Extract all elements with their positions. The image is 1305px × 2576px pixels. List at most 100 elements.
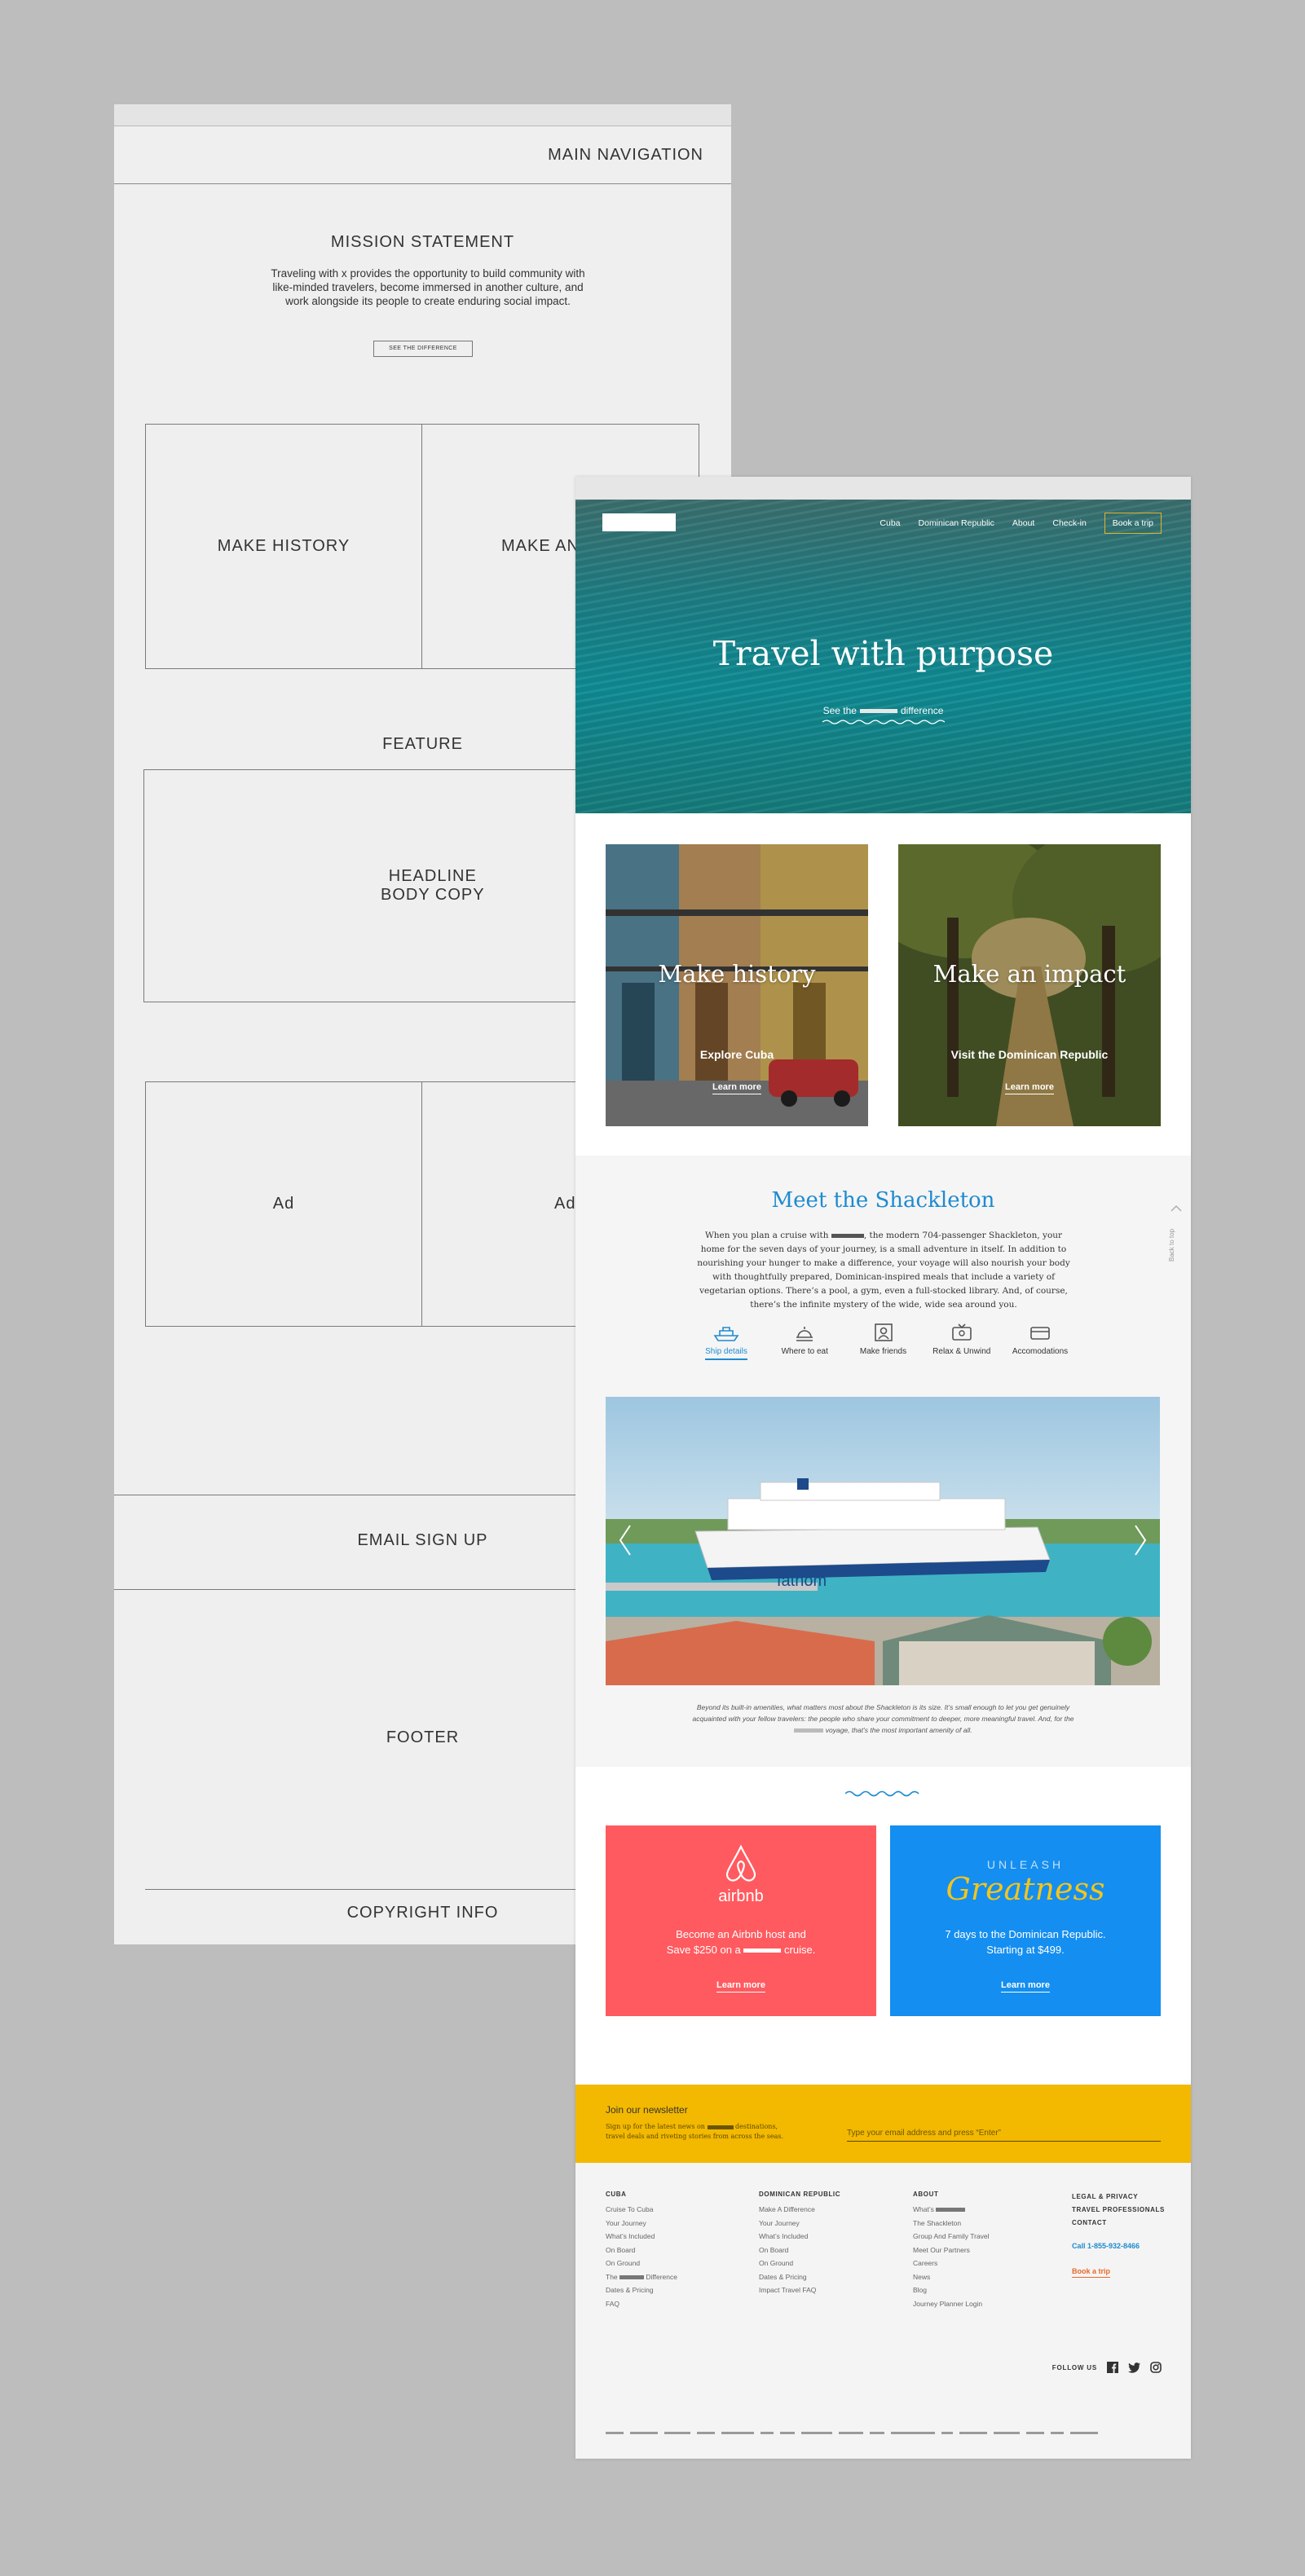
carousel-next-icon[interactable] (1132, 1524, 1148, 1557)
footer-link-whats[interactable]: What’s (913, 2203, 990, 2217)
tv-icon (951, 1323, 972, 1341)
fineprint-placeholder (1051, 2432, 1064, 2434)
carousel-prev-icon[interactable] (617, 1524, 633, 1557)
footer-link[interactable]: Your Journey (606, 2217, 677, 2230)
book-trip-button[interactable]: Book a trip (1104, 513, 1162, 534)
carousel-caption: Beyond its built-in amenities, what matt… (681, 1702, 1085, 1736)
back-to-top[interactable]: Back to top (1168, 1204, 1184, 1270)
promos-section: airbnb Become an Airbnb host and Save $2… (575, 1767, 1191, 2085)
footer-link[interactable]: What’s Included (759, 2230, 840, 2244)
footer-link[interactable]: Journey Planner Login (913, 2297, 990, 2311)
twitter-icon[interactable] (1128, 2362, 1140, 2373)
footer-link[interactable]: Make A Difference (759, 2203, 840, 2217)
fineprint-placeholder (801, 2432, 832, 2434)
card-title: Make an impact (932, 960, 1126, 988)
footer-col-title: ABOUT (913, 2191, 939, 2198)
fineprint-placeholder (891, 2432, 935, 2434)
wireframe-box-make-history: MAKE HISTORY (145, 424, 422, 669)
airbnb-wordmark: airbnb (718, 1887, 764, 1905)
newsletter-email-input[interactable] (847, 2125, 1161, 2142)
newsletter-sub-c: travel deals and riveting stories from a… (606, 2133, 783, 2140)
newsletter-sub-b: destinations, (735, 2123, 778, 2130)
cruise-ship-image: fathom (606, 1397, 1160, 1685)
card-subtitle: Explore Cuba (699, 1048, 774, 1061)
footer-link-difference[interactable]: The Difference (606, 2270, 677, 2284)
footer-col-title: DOMINICAN REPUBLIC (759, 2191, 841, 2198)
card-learn-more[interactable]: Learn more (606, 1082, 868, 1094)
tab-accomodations[interactable]: Accomodations (1003, 1323, 1077, 1356)
redacted-brand (831, 1233, 864, 1238)
fineprint-placeholder (780, 2432, 795, 2434)
footer-link[interactable]: Cruise To Cuba (606, 2203, 677, 2217)
tab-make-friends[interactable]: Make friends (847, 1323, 920, 1356)
footer-link[interactable]: On Ground (606, 2257, 677, 2270)
footer-legal-link[interactable]: CONTACT (1072, 2217, 1165, 2230)
footer-link[interactable]: On Board (606, 2244, 677, 2257)
footer-col-title: CUBA (606, 2191, 627, 2198)
newsletter-section: Join our newsletter Sign up for the late… (575, 2085, 1191, 2163)
footer-link[interactable]: FAQ (606, 2297, 677, 2311)
nav-item-cuba[interactable]: Cuba (880, 518, 900, 528)
fineprint-placeholder (1070, 2432, 1098, 2434)
tab-ship-details[interactable]: Ship details (690, 1323, 763, 1360)
wireframe-mission-button[interactable]: SEE THE DIFFERENCE (373, 341, 473, 357)
difference-after: Difference (646, 2272, 677, 2281)
follow-us-label: FOLLOW US (1051, 2363, 1097, 2371)
footer-link[interactable]: News (913, 2270, 990, 2284)
promo-dominican[interactable]: UNLEASH Greatness 7 days to the Dominica… (890, 1825, 1161, 2016)
footer-phone-link[interactable]: Call 1-855-932-8466 (1072, 2239, 1165, 2253)
dr-learn-more[interactable]: Learn more (890, 1980, 1161, 1993)
footer-link[interactable]: Dates & Pricing (606, 2283, 677, 2297)
footer-link[interactable]: On Board (759, 2244, 840, 2257)
footer-col-legal: LEGAL & PRIVACY TRAVEL PROFESSIONALS CON… (1072, 2191, 1165, 2278)
ship-carousel[interactable]: fathom (606, 1397, 1160, 1685)
ship-section-body: When you plan a cruise with , the modern… (696, 1229, 1071, 1312)
footer-link[interactable]: Impact Travel FAQ (759, 2283, 840, 2297)
logo-placeholder[interactable] (602, 513, 676, 531)
footer-book-trip[interactable]: Book a trip (1072, 2265, 1165, 2279)
footer-link[interactable]: Your Journey (759, 2217, 840, 2230)
redacted-brand (859, 709, 897, 714)
tab-relax-unwind[interactable]: Relax & Unwind (925, 1323, 999, 1356)
facebook-icon[interactable] (1107, 2362, 1118, 2373)
nav-item-check-in[interactable]: Check-in (1052, 518, 1086, 528)
hero-section: Cuba Dominican Republic About Check-in B… (575, 500, 1191, 813)
tab-where-to-eat[interactable]: Where to eat (768, 1323, 841, 1356)
airbnb-learn-more[interactable]: Learn more (606, 1980, 876, 1993)
ship-tabs: Ship details Where to eat Make friends R… (690, 1323, 1077, 1360)
wireframe-mission-title: MISSION STATEMENT (330, 233, 515, 251)
footer-col-dominican-republic: DOMINICAN REPUBLIC Make A Difference You… (759, 2191, 840, 2297)
learn-more-label: Learn more (1001, 1980, 1050, 1993)
wireframe-main-navigation: MAIN NAVIGATION (114, 125, 731, 184)
card-dominican-republic[interactable]: Make an impact Visit the Dominican Repub… (898, 844, 1161, 1126)
footer-link[interactable]: Blog (913, 2283, 990, 2297)
footer-link[interactable]: On Ground (759, 2257, 840, 2270)
footer-link[interactable]: What’s Included (606, 2230, 677, 2244)
footer-link[interactable]: Careers (913, 2257, 990, 2270)
wireframe-ad-label: Ad (554, 1195, 576, 1213)
tab-label: Accomodations (1012, 1347, 1069, 1356)
ship-body-part-a: When you plan a cruise with (704, 1231, 829, 1240)
instagram-icon[interactable] (1150, 2362, 1162, 2373)
footer-link[interactable]: The Shackleton (913, 2217, 990, 2230)
footer-link[interactable]: Group And Family Travel (913, 2230, 990, 2244)
footer-link[interactable]: Dates & Pricing (759, 2270, 840, 2284)
hero-cta-link[interactable]: See the difference (575, 705, 1191, 725)
card-learn-more[interactable]: Learn more (898, 1082, 1161, 1094)
promo-airbnb[interactable]: airbnb Become an Airbnb host and Save $2… (606, 1825, 876, 2016)
nav-item-dominican-republic[interactable]: Dominican Republic (919, 518, 994, 528)
nav-item-about[interactable]: About (1012, 518, 1034, 528)
fineprint-placeholder (664, 2432, 690, 2434)
mockup-sheet: Cuba Dominican Republic About Check-in B… (575, 477, 1191, 2459)
footer-legal-link[interactable]: LEGAL & PRIVACY (1072, 2191, 1165, 2204)
airbnb-promo-text: Become an Airbnb host and Save $250 on a… (606, 1926, 876, 1957)
wireframe-ad-label: Ad (272, 1195, 295, 1213)
footer-link[interactable]: Meet Our Partners (913, 2244, 990, 2257)
hull-lettering: fathom (777, 1572, 827, 1590)
destination-cards: Make history Explore Cuba Learn more Mak… (575, 813, 1191, 1156)
bed-icon (1030, 1327, 1050, 1340)
card-cuba[interactable]: Make history Explore Cuba Learn more (606, 844, 868, 1126)
footer-legal-link[interactable]: TRAVEL PROFESSIONALS (1072, 2204, 1165, 2217)
footer-col-about: ABOUT What’s The Shackleton Group And Fa… (913, 2191, 990, 2310)
dining-icon (796, 1327, 813, 1341)
